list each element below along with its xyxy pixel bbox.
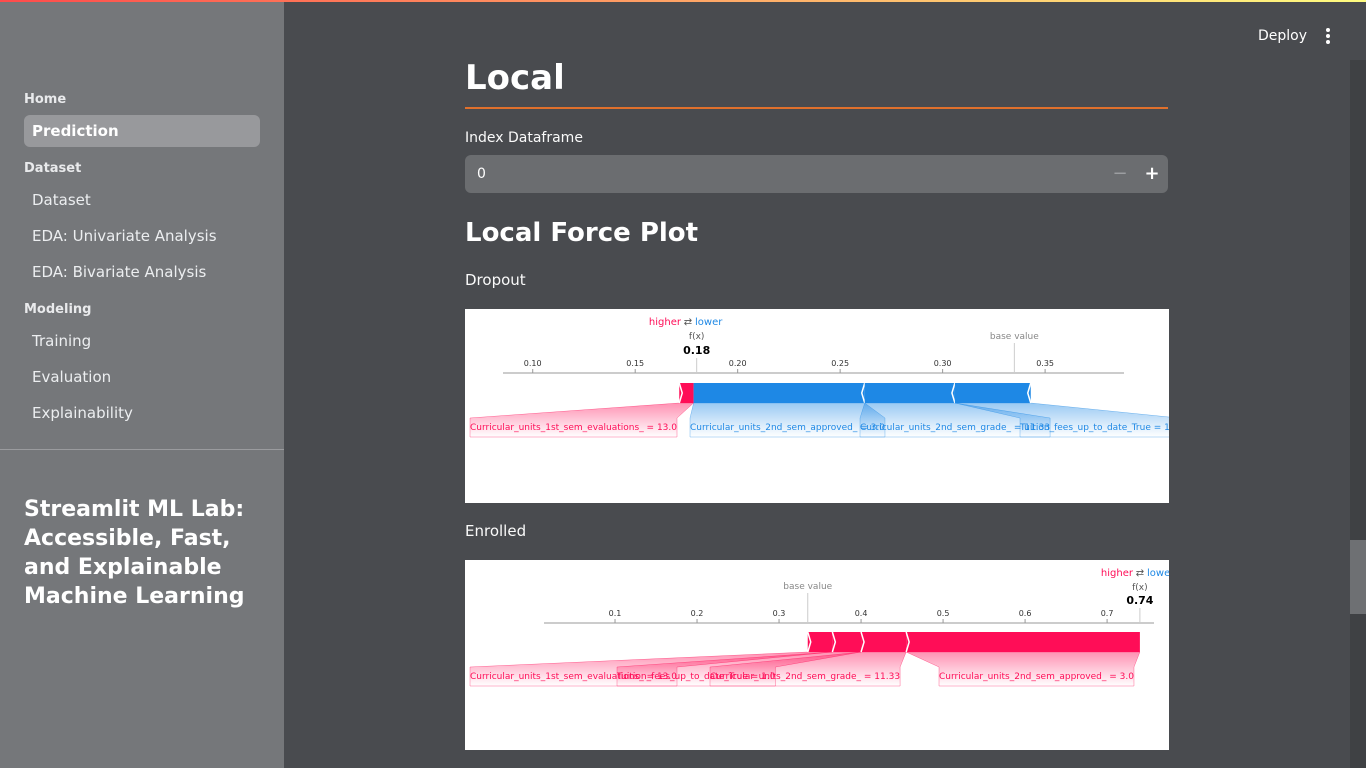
feature-bar <box>832 632 862 652</box>
feature-bar <box>679 383 694 403</box>
legend-arrows-icon: ⇄ <box>684 317 692 328</box>
feature-bar <box>954 383 1031 403</box>
base-value-label: base value <box>990 332 1039 342</box>
sidebar-item-eda-univariate[interactable]: EDA: Univariate Analysis <box>24 220 260 252</box>
x-tick-label: 0.20 <box>729 359 747 368</box>
sidebar-item-evaluation[interactable]: Evaluation <box>24 361 260 393</box>
feature-connector <box>689 402 886 438</box>
index-number-input[interactable]: 0 − + <box>465 155 1168 193</box>
feature-connector <box>469 402 695 438</box>
legend-higher: higher <box>649 317 682 328</box>
decrement-button[interactable]: − <box>1104 155 1136 193</box>
fx-label: f(x) <box>689 332 705 342</box>
x-tick-label: 0.10 <box>524 359 542 368</box>
feature-bar <box>861 632 907 652</box>
sidebar-item-eda-bivariate[interactable]: EDA: Bivariate Analysis <box>24 256 260 288</box>
scrollbar-thumb[interactable] <box>1350 540 1366 614</box>
sidebar-item-explainability[interactable]: Explainability <box>24 397 260 429</box>
feature-bar <box>906 632 1140 652</box>
dropout-label: Dropout <box>465 271 526 289</box>
sidebar-item-training[interactable]: Training <box>24 325 260 357</box>
app-title: Streamlit ML Lab: Accessible, Fast, and … <box>24 497 245 609</box>
title-divider <box>465 107 1168 109</box>
legend-arrows-icon: ⇄ <box>1136 568 1144 579</box>
feature-bar <box>693 383 865 403</box>
force-plot-heading: Local Force Plot <box>465 218 699 248</box>
nav-section-modeling: Modeling <box>24 302 92 317</box>
index-input-value[interactable]: 0 <box>477 155 486 193</box>
legend-lower: lower <box>1147 568 1169 579</box>
x-tick-label: 0.2 <box>691 609 704 618</box>
fx-value: 0.74 <box>1126 594 1153 607</box>
legend-higher: higher <box>1101 568 1134 579</box>
feature-connector <box>906 651 1141 687</box>
x-tick-label: 0.30 <box>934 359 952 368</box>
sidebar-item-dataset[interactable]: Dataset <box>24 184 260 216</box>
x-tick-label: 0.1 <box>609 609 622 618</box>
sidebar: Home Prediction Dataset Dataset EDA: Uni… <box>0 2 284 768</box>
x-tick-label: 0.4 <box>855 609 868 618</box>
x-tick-label: 0.35 <box>1036 359 1054 368</box>
x-tick-label: 0.15 <box>626 359 644 368</box>
page-title: Local <box>465 58 565 98</box>
x-tick-label: 0.6 <box>1019 609 1032 618</box>
index-input-label: Index Dataframe <box>465 130 583 146</box>
x-tick-label: 0.7 <box>1101 609 1114 618</box>
scrollbar-track[interactable] <box>1350 60 1366 768</box>
enrolled-force-plot-svg: 0.1 0.2 0.3 0.4 0.5 0.6 0.7 base value f(x)0.74 h… <box>469 568 1169 687</box>
deploy-button[interactable]: Deploy <box>1250 24 1315 48</box>
sidebar-item-prediction[interactable]: Prediction <box>24 115 260 147</box>
legend-lower: lower <box>695 317 723 328</box>
increment-button[interactable]: + <box>1136 155 1168 193</box>
enrolled-label: Enrolled <box>465 522 527 540</box>
dropout-force-plot: 0.10 0.15 0.20 0.25 0.30 0.35 base value f(x) 0.… <box>465 309 1169 503</box>
more-vertical-icon[interactable] <box>1316 24 1340 48</box>
feature-bar <box>864 383 955 403</box>
nav-section-dataset: Dataset <box>24 161 82 176</box>
fx-value: 0.18 <box>683 344 710 357</box>
fx-label: f(x) <box>1132 583 1148 593</box>
dropout-force-plot-svg: 0.10 0.15 0.20 0.25 0.30 0.35 base value f(x) 0.… <box>469 317 1169 438</box>
nav-section-home: Home <box>24 92 67 107</box>
x-tick-label: 0.25 <box>831 359 849 368</box>
x-tick-label: 0.3 <box>773 609 786 618</box>
enrolled-force-plot: 0.1 0.2 0.3 0.4 0.5 0.6 0.7 base value f(x) 0.74 h… <box>465 560 1169 750</box>
x-tick-label: 0.5 <box>937 609 950 618</box>
sidebar-divider <box>0 449 284 450</box>
base-value-label: base value <box>783 582 832 592</box>
